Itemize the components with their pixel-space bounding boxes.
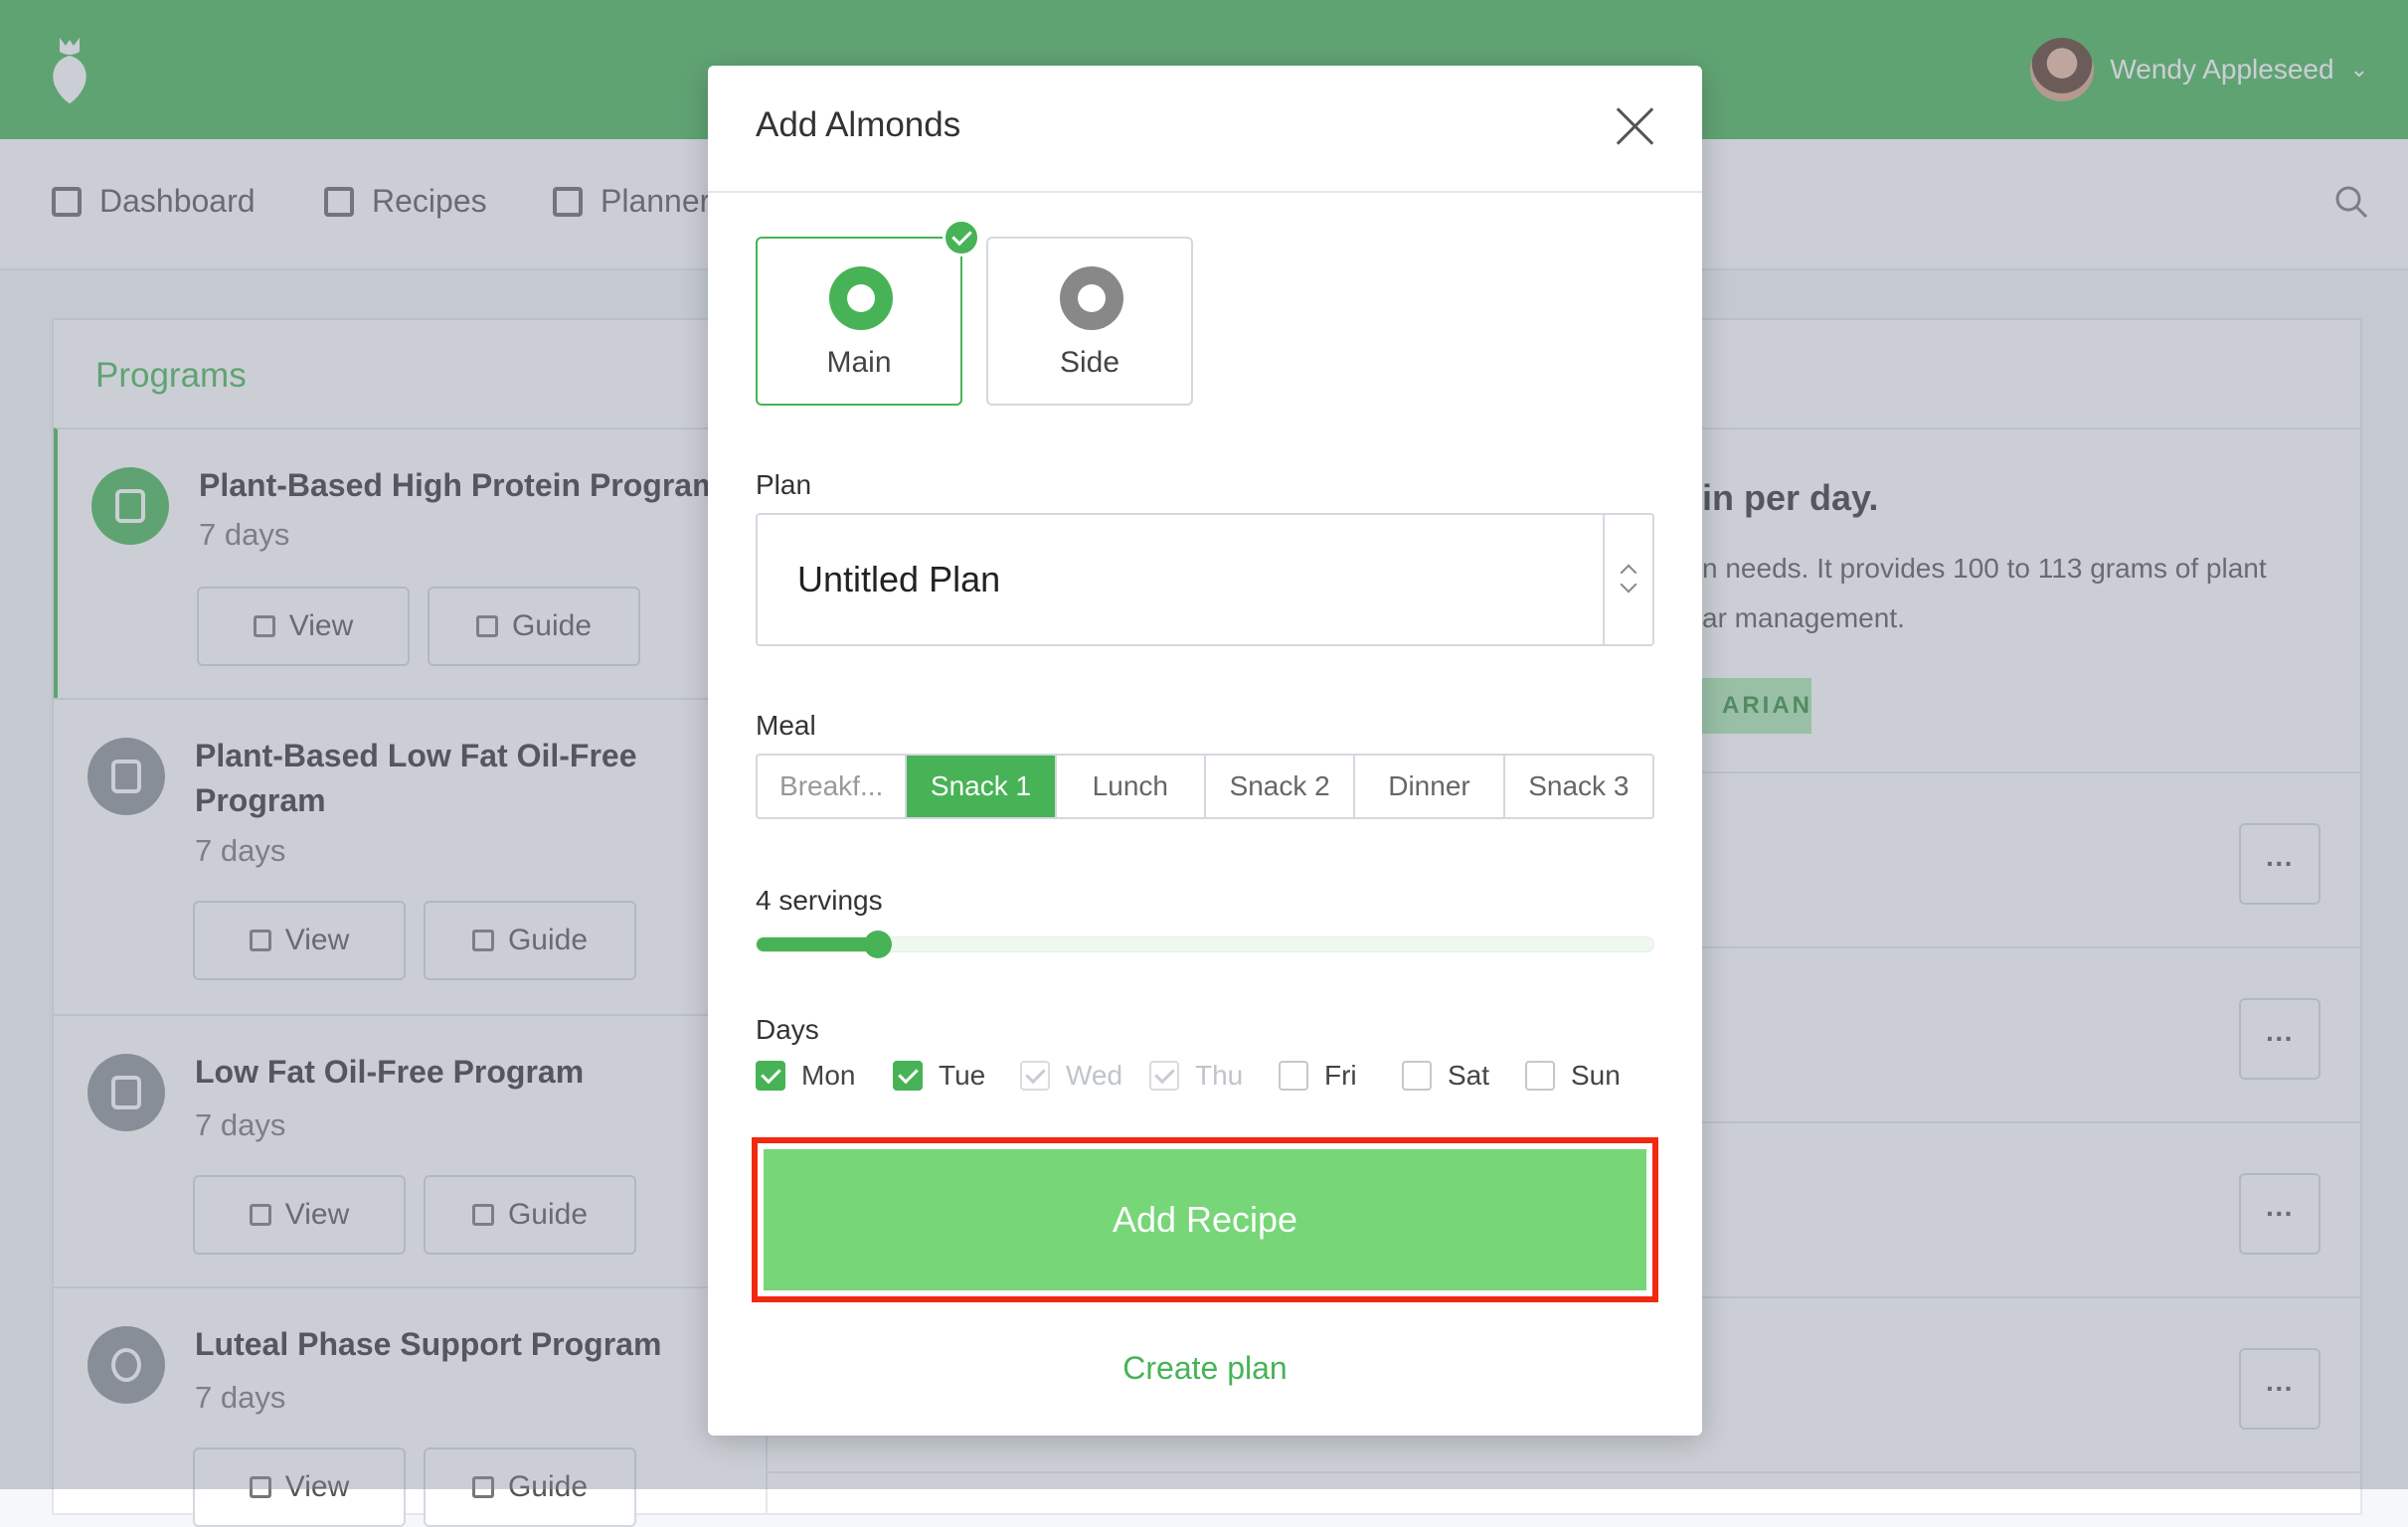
create-plan-link[interactable]: Create plan [708,1350,1702,1387]
add-recipe-highlight: Add Recipe [752,1137,1658,1302]
add-recipe-button[interactable]: Add Recipe [764,1149,1646,1290]
plan-label: Plan [756,469,812,500]
day-mon[interactable]: Mon [756,1060,855,1092]
checkbox[interactable] [1279,1061,1308,1091]
modal-title: Add Almonds [756,105,961,144]
type-main-card[interactable]: Main [756,219,980,406]
plate-icon [1060,266,1123,330]
checkbox [1149,1061,1179,1091]
plate-icon [829,266,893,330]
type-side-label: Side [1059,346,1120,379]
type-main-label: Main [826,346,892,379]
servings-slider-fill [757,937,878,951]
servings-slider-thumb[interactable] [863,931,892,958]
meal-lunch[interactable]: Lunch [1057,756,1206,817]
days-checkbox-group: Mon Tue Wed Thu Fri Sat Sun [756,1060,1654,1100]
day-thu: Thu [1149,1060,1243,1092]
meal-label: Meal [756,710,816,741]
select-arrows-icon [1603,515,1652,644]
day-tue[interactable]: Tue [893,1060,985,1092]
servings-label: 4 servings [756,885,883,916]
modal-divider [708,191,1702,193]
add-recipe-modal: Add Almonds Main Side Plan Untitled Plan… [708,66,1702,1436]
plan-select-value: Untitled Plan [797,559,1001,599]
servings-slider[interactable] [756,931,1654,958]
type-side-card[interactable]: Side [986,237,1193,406]
day-sat[interactable]: Sat [1402,1060,1489,1092]
checkmark-icon [943,219,980,256]
meal-segmented-control: Breakf... Snack 1 Lunch Snack 2 Dinner S… [756,754,1654,819]
meal-snack-2[interactable]: Snack 2 [1206,756,1356,817]
meal-breakfast[interactable]: Breakf... [758,756,908,817]
day-sun[interactable]: Sun [1525,1060,1621,1092]
day-wed: Wed [1020,1060,1122,1092]
close-icon[interactable] [1615,105,1656,147]
days-label: Days [756,1014,819,1045]
meal-snack-1[interactable]: Snack 1 [907,756,1057,817]
checkbox[interactable] [1402,1061,1432,1091]
plan-select[interactable]: Untitled Plan [756,513,1654,646]
checkbox[interactable] [893,1061,923,1091]
meal-dinner[interactable]: Dinner [1355,756,1505,817]
meal-snack-3[interactable]: Snack 3 [1505,756,1652,817]
checkbox[interactable] [756,1061,785,1091]
checkbox[interactable] [1525,1061,1555,1091]
day-fri[interactable]: Fri [1279,1060,1357,1092]
checkbox [1020,1061,1050,1091]
